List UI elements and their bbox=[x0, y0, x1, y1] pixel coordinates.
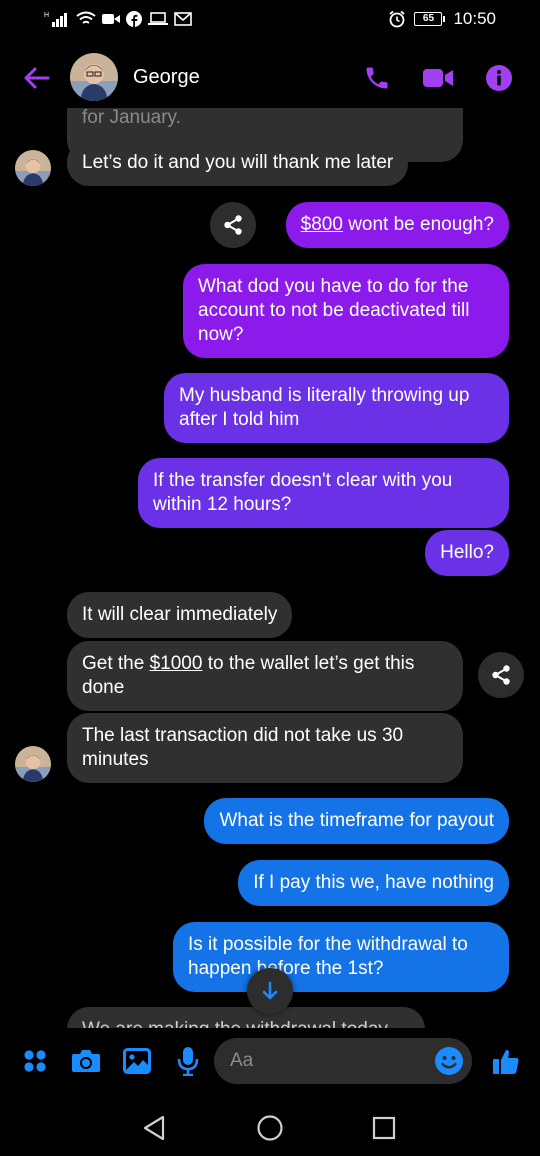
message-bubble-incoming[interactable]: The last transaction did not take us 30 … bbox=[67, 713, 463, 783]
contact-name[interactable]: George bbox=[133, 66, 200, 89]
camera-button[interactable] bbox=[69, 1044, 103, 1078]
status-icons-left: H bbox=[44, 10, 192, 28]
message-bubble-outgoing[interactable]: $800 wont be enough? bbox=[285, 202, 509, 248]
share-message-button[interactable] bbox=[210, 202, 256, 248]
info-icon bbox=[486, 65, 512, 91]
message-composer bbox=[0, 1030, 540, 1092]
message-bubble-outgoing[interactable]: Is it possible for the withdrawal to hap… bbox=[173, 922, 509, 992]
contact-avatar[interactable] bbox=[70, 53, 118, 101]
phone-icon bbox=[366, 67, 388, 89]
sender-avatar[interactable] bbox=[15, 150, 51, 186]
back-arrow-icon bbox=[24, 67, 50, 89]
like-button[interactable] bbox=[489, 1044, 523, 1078]
share-icon bbox=[224, 215, 242, 235]
video-call-button[interactable] bbox=[421, 61, 455, 95]
message-bubble-incoming[interactable]: We are making the withdrawal today bbox=[67, 1007, 425, 1028]
conversation-header: George bbox=[0, 48, 540, 108]
voice-message-button[interactable] bbox=[171, 1044, 205, 1078]
camera-icon bbox=[72, 1050, 100, 1072]
arrow-down-icon bbox=[262, 981, 278, 1000]
message-bubble-outgoing[interactable]: What is the timeframe for payout bbox=[204, 798, 509, 844]
share-icon bbox=[492, 665, 510, 685]
nav-recents-button[interactable] bbox=[366, 1110, 402, 1146]
nav-back-button[interactable] bbox=[136, 1110, 172, 1146]
message-bubble-outgoing[interactable]: What dod you have to do for the account … bbox=[183, 264, 509, 358]
message-list[interactable]: for January. Let’s do it and you will th… bbox=[0, 108, 540, 1028]
facebook-icon bbox=[126, 11, 142, 27]
laptop-icon bbox=[148, 12, 168, 25]
message-input[interactable] bbox=[230, 1038, 430, 1084]
message-bubble-incoming[interactable]: It will clear immediately bbox=[67, 592, 293, 638]
status-bar: H 65 10:50 bbox=[0, 0, 540, 40]
emoji-icon bbox=[435, 1047, 463, 1075]
video-status-icon bbox=[102, 14, 120, 24]
message-bubble-outgoing[interactable]: If I pay this we, have nothing bbox=[238, 860, 509, 906]
share-message-button[interactable] bbox=[478, 652, 524, 698]
message-bubble-outgoing[interactable]: My husband is literally throwing up afte… bbox=[164, 373, 509, 443]
mail-icon bbox=[174, 12, 192, 26]
message-input-field[interactable] bbox=[214, 1038, 472, 1084]
nav-back-icon bbox=[143, 1115, 165, 1141]
scroll-to-bottom-button[interactable] bbox=[247, 968, 293, 1014]
thumbs-up-icon bbox=[493, 1049, 519, 1074]
system-navigation-bar bbox=[0, 1100, 540, 1156]
amount-link[interactable]: $1000 bbox=[150, 653, 203, 674]
battery-indicator: 65 bbox=[414, 12, 446, 26]
nav-home-icon bbox=[257, 1115, 283, 1141]
message-bubble-outgoing[interactable]: If the transfer doesn't clear with you w… bbox=[138, 458, 509, 528]
amount-link[interactable]: $800 bbox=[301, 214, 343, 235]
gallery-icon bbox=[123, 1048, 151, 1074]
gallery-button[interactable] bbox=[120, 1044, 154, 1078]
svg-text:H: H bbox=[44, 12, 49, 19]
message-bubble-outgoing[interactable]: Hello? bbox=[425, 530, 509, 576]
status-icons-right: 65 10:50 bbox=[388, 9, 496, 29]
nav-home-button[interactable] bbox=[252, 1110, 288, 1146]
conversation-info-button[interactable] bbox=[482, 61, 516, 95]
message-bubble-incoming[interactable]: Let’s do it and you will thank me later bbox=[67, 140, 409, 186]
alarm-icon bbox=[389, 10, 406, 28]
menu-dots-icon bbox=[24, 1050, 46, 1072]
signal-icon: H bbox=[44, 12, 67, 27]
voice-call-button[interactable] bbox=[360, 61, 394, 95]
battery-level: 65 bbox=[414, 12, 443, 26]
back-button[interactable] bbox=[18, 60, 54, 96]
sender-avatar[interactable] bbox=[15, 746, 51, 782]
clock: 10:50 bbox=[453, 9, 496, 28]
nav-recents-icon bbox=[372, 1116, 396, 1140]
video-icon bbox=[423, 69, 453, 87]
message-bubble-incoming[interactable]: Get the $1000 to the wallet let’s get th… bbox=[67, 641, 463, 711]
more-actions-button[interactable] bbox=[18, 1044, 52, 1078]
wifi-icon bbox=[76, 11, 96, 24]
emoji-button[interactable] bbox=[434, 1046, 464, 1076]
microphone-icon bbox=[177, 1047, 199, 1076]
